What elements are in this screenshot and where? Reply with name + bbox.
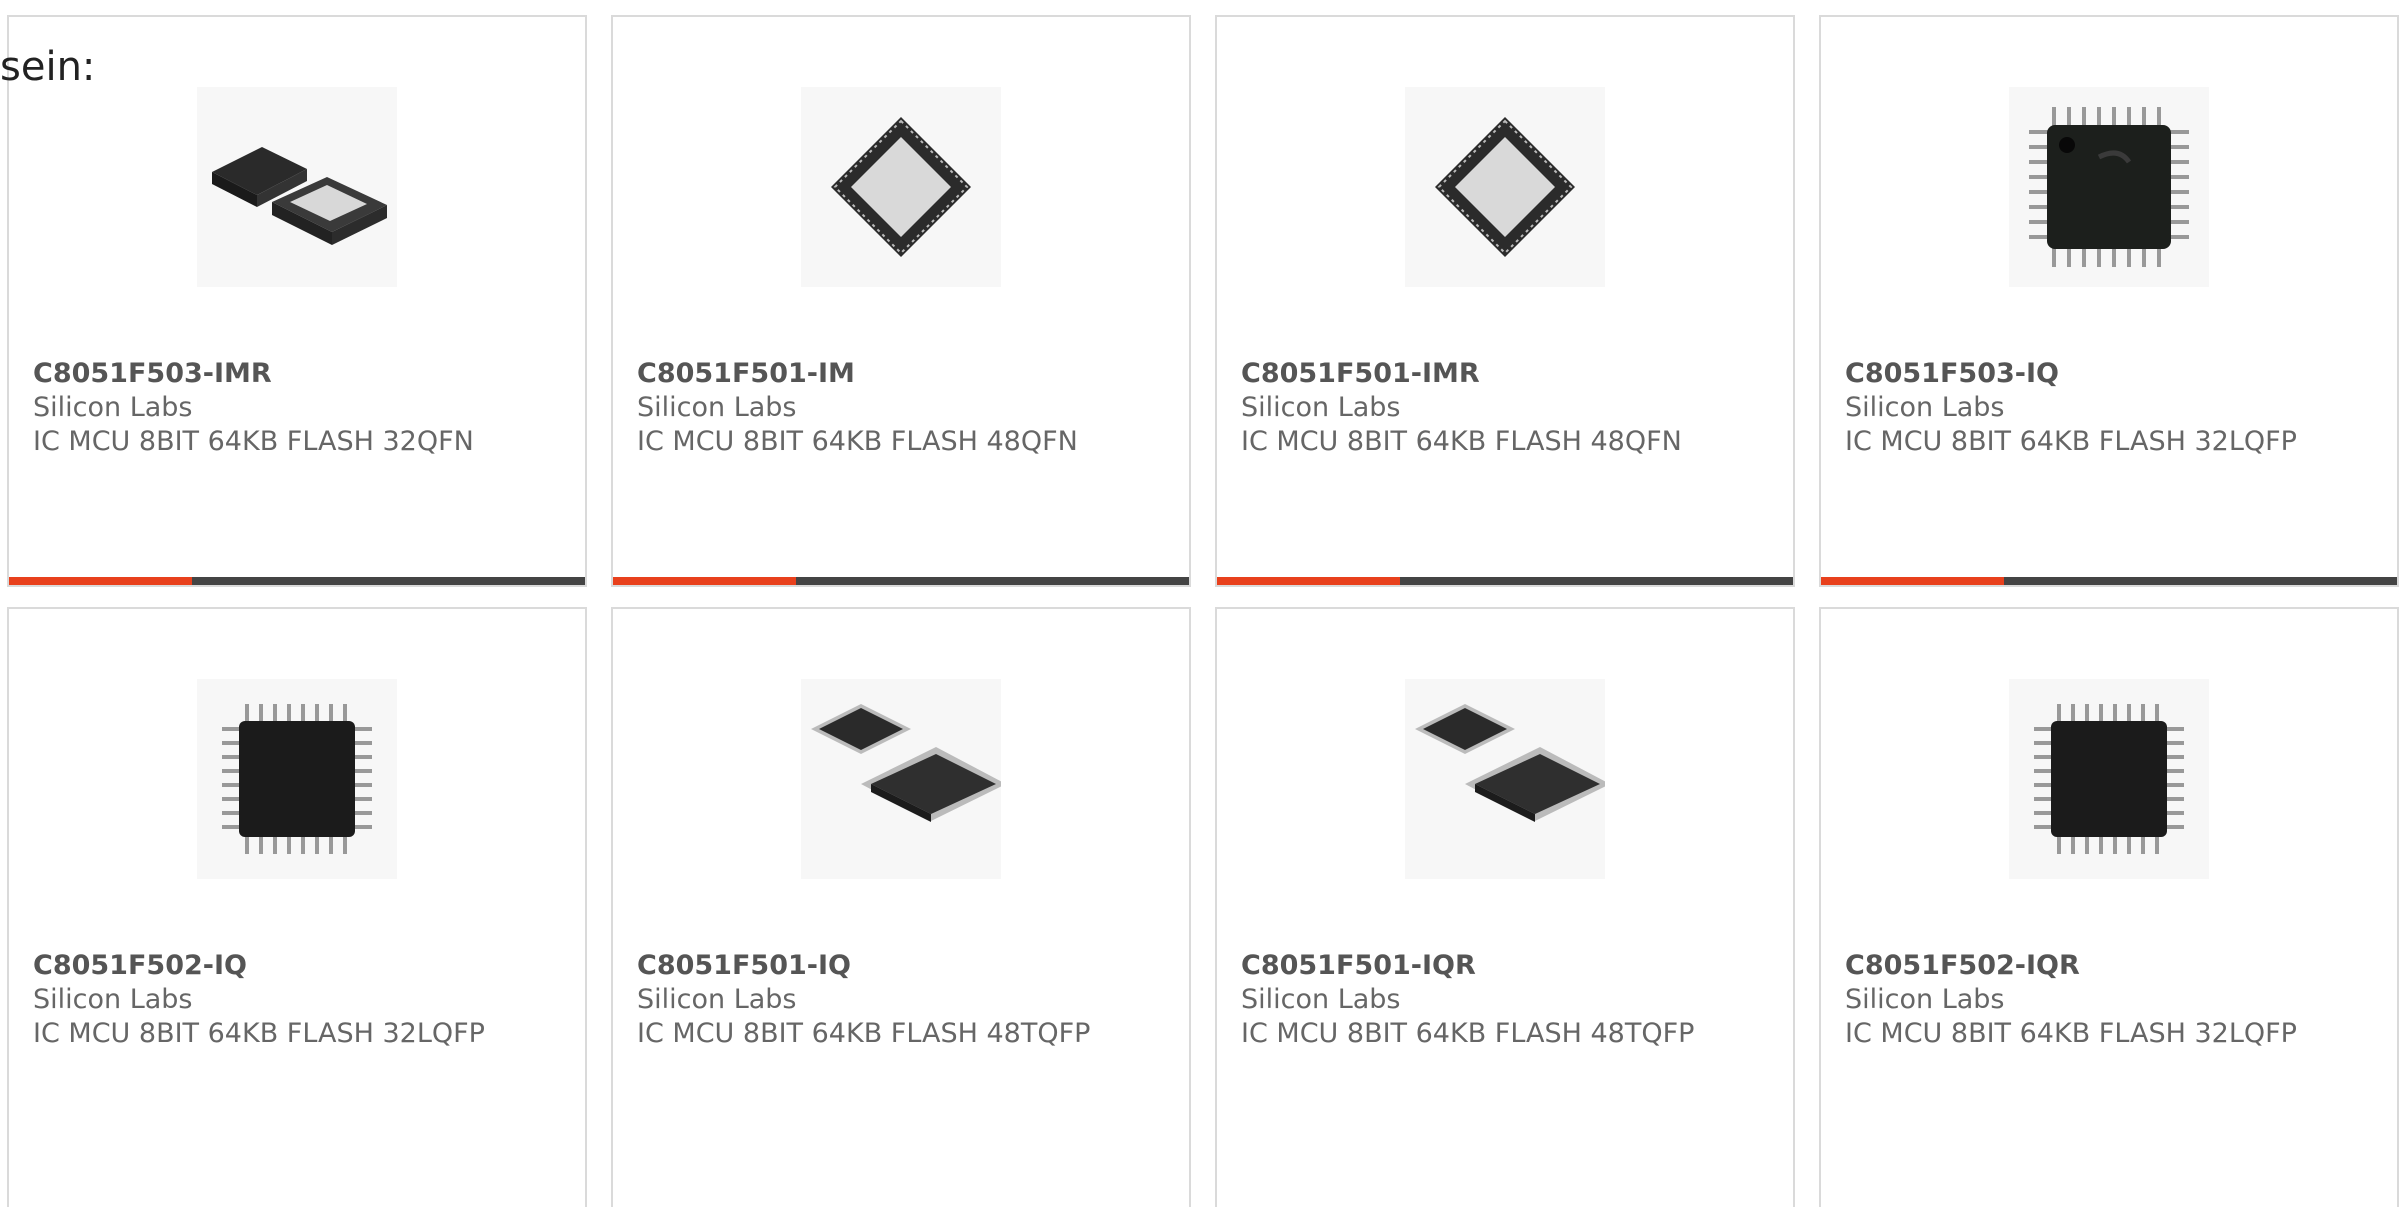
part-number-link[interactable]: C8051F501-IM xyxy=(637,357,1149,391)
product-card[interactable]: C8051F503-IMR Silicon Labs IC MCU 8BIT 6… xyxy=(7,15,587,587)
part-number-link[interactable]: C8051F502-IQR xyxy=(1845,949,2357,983)
product-info: C8051F502-IQR Silicon Labs IC MCU 8BIT 6… xyxy=(1845,949,2357,1051)
manufacturer: Silicon Labs xyxy=(1241,392,1401,423)
product-info: C8051F501-IQR Silicon Labs IC MCU 8BIT 6… xyxy=(1241,949,1753,1051)
part-number-link[interactable]: C8051F501-IQ xyxy=(637,949,1149,983)
description: IC MCU 8BIT 64KB FLASH 32LQFP xyxy=(1845,1018,2297,1049)
card-bar xyxy=(9,577,585,585)
description: IC MCU 8BIT 64KB FLASH 32QFN xyxy=(33,426,474,457)
card-accent xyxy=(613,577,796,585)
product-image-qfn-rotated[interactable] xyxy=(801,87,1001,287)
product-image-tqfp-pair[interactable] xyxy=(801,679,1001,879)
card-accent xyxy=(9,577,192,585)
product-image-lqfp-logo[interactable] xyxy=(2009,87,2209,287)
manufacturer: Silicon Labs xyxy=(1845,392,2005,423)
description: IC MCU 8BIT 64KB FLASH 48QFN xyxy=(637,426,1078,457)
product-card[interactable]: C8051F503-IQ Silicon Labs IC MCU 8BIT 64… xyxy=(1819,15,2399,587)
card-accent xyxy=(1821,577,2004,585)
product-info: C8051F501-IQ Silicon Labs IC MCU 8BIT 64… xyxy=(637,949,1149,1051)
part-number-link[interactable]: C8051F501-IMR xyxy=(1241,357,1753,391)
product-info: C8051F503-IQ Silicon Labs IC MCU 8BIT 64… xyxy=(1845,357,2357,459)
product-card[interactable]: C8051F502-IQ Silicon Labs IC MCU 8BIT 64… xyxy=(7,607,587,1207)
product-card[interactable]: C8051F501-IM Silicon Labs IC MCU 8BIT 64… xyxy=(611,15,1191,587)
manufacturer: Silicon Labs xyxy=(1845,984,2005,1015)
product-card[interactable]: C8051F501-IMR Silicon Labs IC MCU 8BIT 6… xyxy=(1215,15,1795,587)
card-bar xyxy=(1217,577,1793,585)
product-image-qfn-pair[interactable] xyxy=(197,87,397,287)
part-number-link[interactable]: C8051F503-IMR xyxy=(33,357,545,391)
manufacturer: Silicon Labs xyxy=(1241,984,1401,1015)
part-number-link[interactable]: C8051F501-IQR xyxy=(1241,949,1753,983)
part-number-link[interactable]: C8051F503-IQ xyxy=(1845,357,2357,391)
product-card[interactable]: C8051F501-IQ Silicon Labs IC MCU 8BIT 64… xyxy=(611,607,1191,1207)
manufacturer: Silicon Labs xyxy=(33,392,193,423)
product-image-qfn-rotated[interactable] xyxy=(1405,87,1605,287)
product-card[interactable]: C8051F502-IQR Silicon Labs IC MCU 8BIT 6… xyxy=(1819,607,2399,1207)
description: IC MCU 8BIT 64KB FLASH 48TQFP xyxy=(1241,1018,1695,1049)
intro-text: sein: xyxy=(0,44,96,90)
product-card[interactable]: C8051F501-IQR Silicon Labs IC MCU 8BIT 6… xyxy=(1215,607,1795,1207)
product-info: C8051F501-IM Silicon Labs IC MCU 8BIT 64… xyxy=(637,357,1149,459)
manufacturer: Silicon Labs xyxy=(33,984,193,1015)
product-image-tqfp-pair[interactable] xyxy=(1405,679,1605,879)
product-image-lqfp[interactable] xyxy=(197,679,397,879)
description: IC MCU 8BIT 64KB FLASH 32LQFP xyxy=(1845,426,2297,457)
manufacturer: Silicon Labs xyxy=(637,392,797,423)
product-info: C8051F501-IMR Silicon Labs IC MCU 8BIT 6… xyxy=(1241,357,1753,459)
product-image-lqfp[interactable] xyxy=(2009,679,2209,879)
product-info: C8051F502-IQ Silicon Labs IC MCU 8BIT 64… xyxy=(33,949,545,1051)
manufacturer: Silicon Labs xyxy=(637,984,797,1015)
description: IC MCU 8BIT 64KB FLASH 48TQFP xyxy=(637,1018,1091,1049)
card-accent xyxy=(1217,577,1400,585)
part-number-link[interactable]: C8051F502-IQ xyxy=(33,949,545,983)
card-bar xyxy=(1821,577,2397,585)
product-grid: C8051F503-IMR Silicon Labs IC MCU 8BIT 6… xyxy=(7,15,2399,1207)
description: IC MCU 8BIT 64KB FLASH 48QFN xyxy=(1241,426,1682,457)
product-info: C8051F503-IMR Silicon Labs IC MCU 8BIT 6… xyxy=(33,357,545,459)
card-bar xyxy=(613,577,1189,585)
description: IC MCU 8BIT 64KB FLASH 32LQFP xyxy=(33,1018,485,1049)
